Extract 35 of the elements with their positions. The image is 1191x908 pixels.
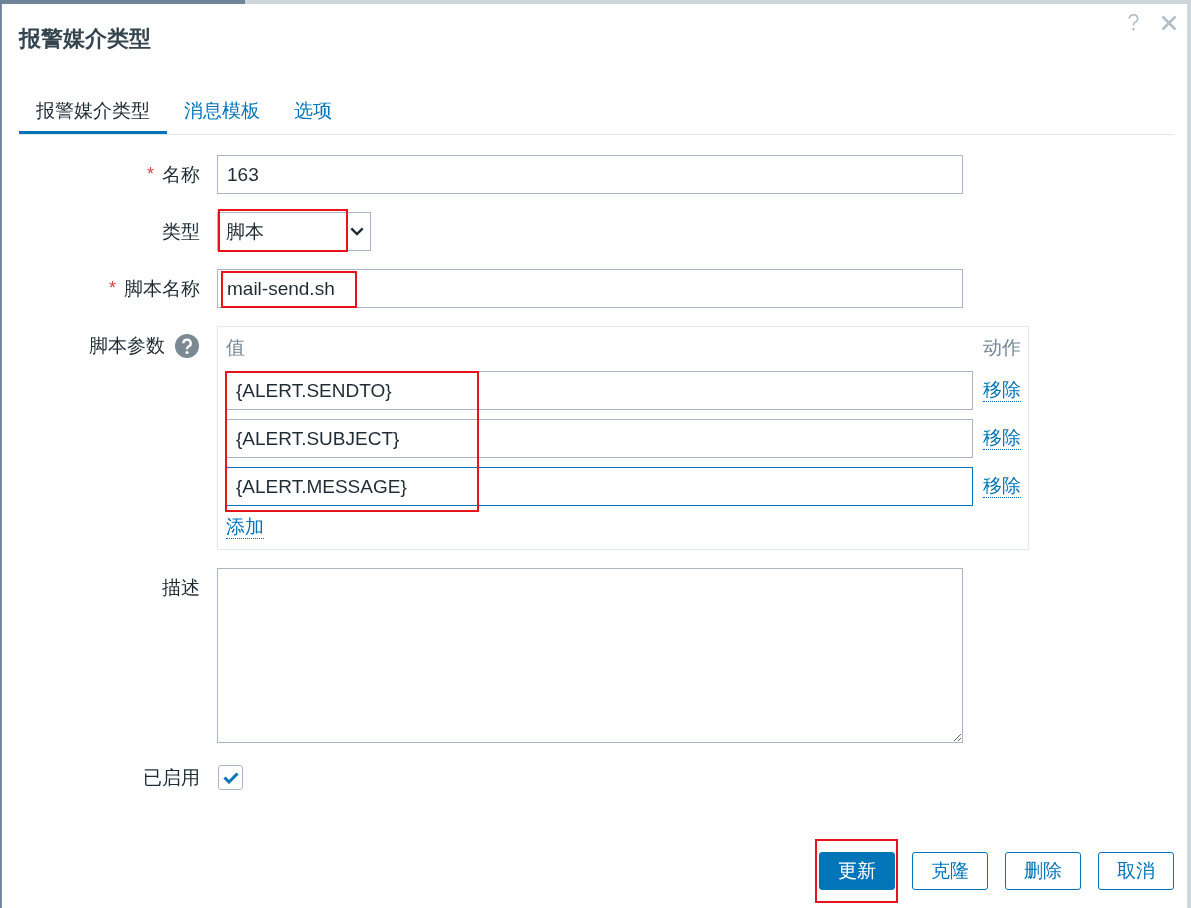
field-label: 脚本参数 <box>89 333 165 358</box>
parameter-field[interactable]: {ALERT.MESSAGE} <box>226 467 973 506</box>
type-select[interactable]: 脚本 <box>217 212 371 251</box>
field-label: 类型 <box>162 219 200 244</box>
help-icon[interactable] <box>175 333 199 358</box>
action-button[interactable]: 更新 <box>819 852 895 890</box>
checkmark-icon <box>222 771 239 784</box>
text-field[interactable]: 163 <box>217 155 963 194</box>
required-mark: * <box>109 278 116 299</box>
tab[interactable]: 选项 <box>277 90 349 134</box>
remove-link[interactable]: 移除 <box>983 379 1021 402</box>
description-field[interactable] <box>217 568 963 743</box>
field-label: 名称 <box>162 162 200 187</box>
column-header: 动作 <box>983 336 1021 360</box>
close-icon[interactable] <box>1161 14 1177 31</box>
dialog-title: 报警媒介类型 <box>19 27 151 51</box>
parameter-field[interactable]: {ALERT.SENDTO} <box>226 371 973 410</box>
field-label: 描述 <box>162 575 200 600</box>
remove-link[interactable]: 移除 <box>983 427 1021 450</box>
field-label: 已启用 <box>143 765 200 790</box>
text-field[interactable]: mail-send.sh <box>217 269 963 308</box>
action-button[interactable]: 取消 <box>1098 852 1174 890</box>
action-button[interactable]: 克隆 <box>912 852 988 890</box>
field-label: 脚本名称 <box>124 276 200 301</box>
add-link[interactable]: 添加 <box>226 516 264 539</box>
help-icon[interactable] <box>1128 14 1139 31</box>
action-button[interactable]: 删除 <box>1005 852 1081 890</box>
enabled-checkbox[interactable] <box>218 765 243 790</box>
chevron-down-icon <box>350 227 364 236</box>
parameter-field[interactable]: {ALERT.SUBJECT} <box>226 419 973 458</box>
column-header: 值 <box>226 336 245 360</box>
required-mark: * <box>147 164 154 185</box>
remove-link[interactable]: 移除 <box>983 475 1021 498</box>
tab[interactable]: 报警媒介类型 <box>19 90 167 134</box>
tab[interactable]: 消息模板 <box>167 90 277 134</box>
